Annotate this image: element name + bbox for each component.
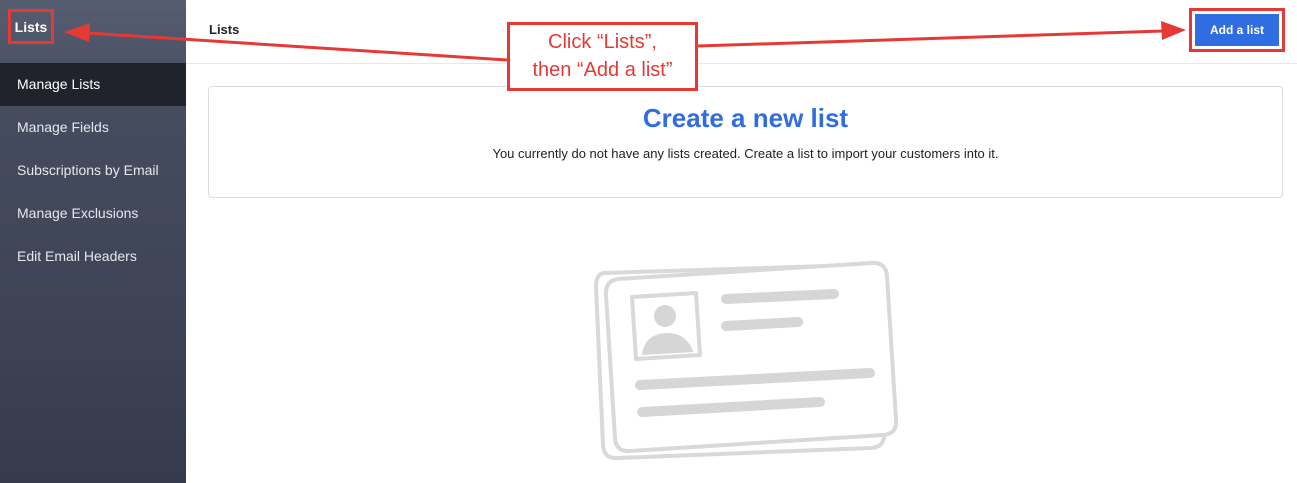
empty-state-card: Create a new list You currently do not h… — [208, 86, 1283, 198]
sidebar-item-subscriptions-by-email[interactable]: Subscriptions by Email — [0, 149, 186, 192]
annotation-line-1: Click “Lists”, — [548, 31, 657, 53]
empty-state-title: Create a new list — [642, 103, 849, 133]
top-bar: Lists Add a list — [186, 0, 1297, 64]
sidebar-header: Lists — [0, 0, 186, 63]
annotation-callout: Click “Lists”, then “Add a list” — [507, 22, 698, 91]
sidebar-nav: Manage Lists Manage Fields Subscriptions… — [0, 63, 186, 278]
add-list-button[interactable]: Add a list — [1195, 14, 1279, 46]
page-title: Lists — [209, 22, 240, 37]
add-list-highlight: Add a list — [1189, 8, 1285, 52]
empty-state-message: You currently do not have any lists crea… — [492, 146, 999, 161]
annotation-line-2: then “Add a list” — [532, 59, 673, 81]
sidebar-lists-link[interactable]: Lists — [8, 9, 54, 44]
sidebar-item-manage-lists[interactable]: Manage Lists — [0, 63, 186, 106]
sidebar-item-manage-fields[interactable]: Manage Fields — [0, 106, 186, 149]
sidebar-item-edit-email-headers[interactable]: Edit Email Headers — [0, 235, 186, 278]
sidebar-item-manage-exclusions[interactable]: Manage Exclusions — [0, 192, 186, 235]
sidebar: Lists Manage Lists Manage Fields Subscri… — [0, 0, 186, 483]
contact-cards-icon — [594, 260, 899, 461]
